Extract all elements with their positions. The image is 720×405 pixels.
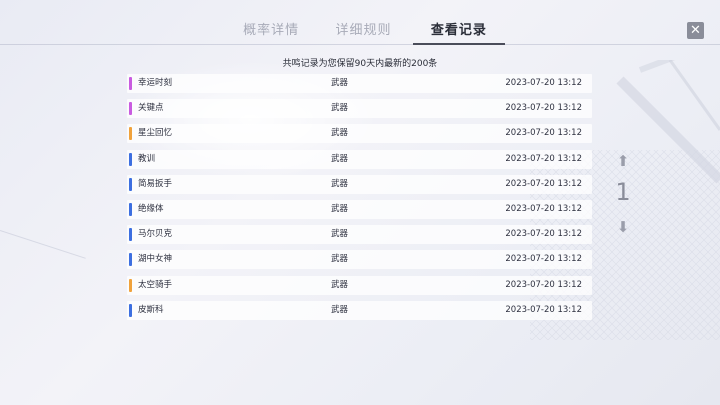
record-row: 简易扳手 武器 2023-07-20 13:12: [127, 174, 592, 194]
rarity-bar: [129, 202, 132, 216]
item-time: 2023-07-20 13:12: [505, 304, 582, 315]
item-name: 教训: [138, 153, 156, 164]
item-type: 武器: [331, 279, 349, 290]
item-name: 简易扳手: [138, 178, 173, 189]
item-type: 武器: [331, 304, 349, 315]
item-name: 太空骑手: [138, 279, 173, 290]
item-time: 2023-07-20 13:12: [505, 153, 582, 164]
record-row: 幸运时刻 武器 2023-07-20 13:12: [127, 74, 592, 93]
pagination: ⬆ 1 ⬇: [613, 152, 633, 242]
item-type: 武器: [331, 103, 349, 114]
record-notice: 共鸣记录为您保留90天内最新的200条: [282, 59, 438, 69]
record-row: 星尘回忆 武器 2023-07-20 13:12: [127, 124, 592, 144]
page-number: 1: [615, 178, 631, 206]
item-type: 武器: [331, 78, 349, 88]
item-time: 2023-07-20 13:12: [505, 103, 582, 114]
item-type: 武器: [331, 153, 349, 164]
arrow-down-icon[interactable]: ⬇: [615, 218, 631, 236]
item-name: 绝缘体: [138, 203, 164, 214]
record-row: 马尔贝克 武器 2023-07-20 13:12: [127, 225, 592, 245]
rarity-bar: [129, 253, 132, 267]
record-row: 绝缘体 武器 2023-07-20 13:12: [127, 199, 592, 219]
item-type: 武器: [331, 128, 349, 139]
item-type: 武器: [331, 229, 349, 240]
record-row: 太空骑手 武器 2023-07-20 13:12: [127, 275, 592, 295]
close-icon: ✕: [690, 23, 701, 38]
item-type: 武器: [331, 203, 349, 214]
record-list: 幸运时刻 武器 2023-07-20 13:12 关键点 武器 2023-07-…: [127, 74, 592, 326]
rarity-bar: [129, 102, 132, 116]
rarity-bar: [129, 152, 132, 166]
tab-detailed-rules[interactable]: 详细规则: [317, 20, 409, 45]
item-name: 湖中女神: [138, 254, 173, 265]
item-name: 关键点: [138, 103, 164, 114]
record-row: 皮斯科 武器 2023-07-20 13:12: [127, 300, 592, 320]
tab-view-records[interactable]: 查看记录: [412, 20, 505, 45]
item-name: 皮斯科: [138, 304, 164, 315]
rarity-bar: [129, 127, 132, 141]
rarity-bar: [129, 77, 132, 90]
item-name: 马尔贝克: [138, 229, 173, 240]
item-time: 2023-07-20 13:12: [505, 128, 582, 139]
rarity-bar: [129, 278, 132, 292]
item-time: 2023-07-20 13:12: [505, 229, 582, 240]
arrow-up-icon[interactable]: ⬆: [615, 152, 631, 170]
decorative-line: [0, 230, 86, 259]
record-row: 教训 武器 2023-07-20 13:12: [127, 149, 592, 169]
item-name: 星尘回忆: [138, 128, 173, 139]
item-time: 2023-07-20 13:12: [505, 254, 582, 265]
tab-bar: 概率详情 详细规则 查看记录: [225, 20, 505, 45]
item-type: 武器: [331, 254, 349, 265]
tab-probability-details[interactable]: 概率详情: [225, 20, 317, 45]
item-name: 幸运时刻: [138, 78, 173, 88]
rarity-bar: [129, 177, 132, 191]
record-row: 湖中女神 武器 2023-07-20 13:12: [127, 250, 592, 270]
record-row: 关键点 武器 2023-07-20 13:12: [127, 99, 592, 119]
rarity-bar: [129, 228, 132, 242]
item-type: 武器: [331, 178, 349, 189]
close-button[interactable]: ✕: [687, 22, 704, 39]
item-time: 2023-07-20 13:12: [505, 279, 582, 290]
item-time: 2023-07-20 13:12: [505, 178, 582, 189]
item-time: 2023-07-20 13:12: [505, 78, 582, 88]
item-time: 2023-07-20 13:12: [505, 203, 582, 214]
rarity-bar: [129, 303, 132, 317]
